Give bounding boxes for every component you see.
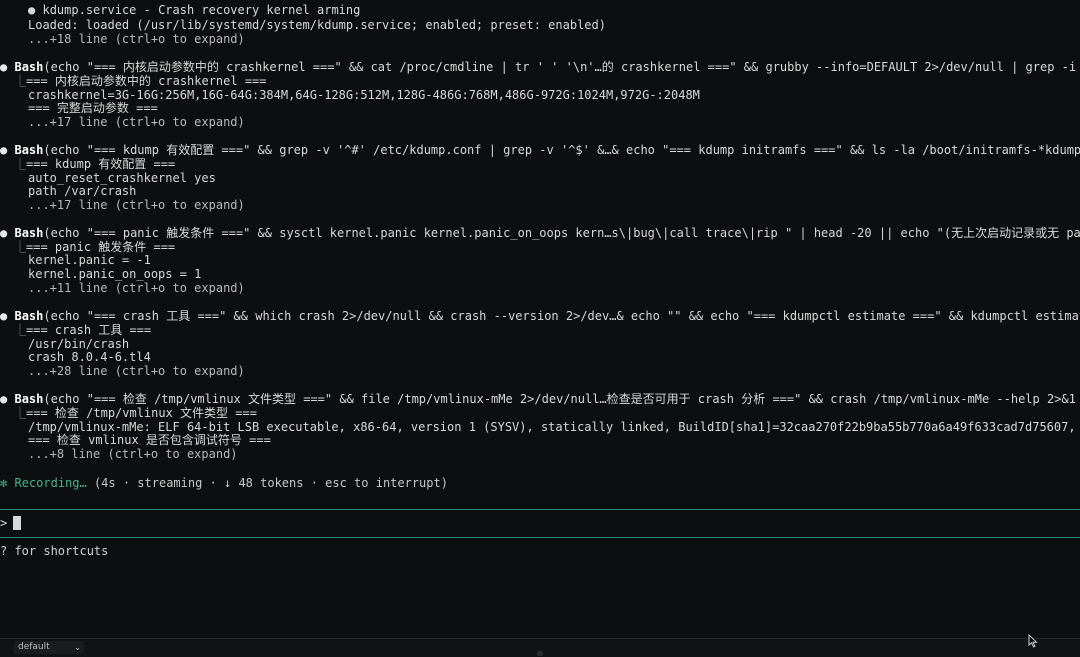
scrollbar-handle[interactable]: [537, 651, 543, 656]
prompt-symbol: >: [0, 516, 8, 530]
tree-branch-icon: ⎿: [14, 323, 27, 337]
output-line: crashkernel=3G-16G:256M,16G-64G:384M,64G…: [28, 88, 700, 102]
bash-command-line: ● Bash(echo "=== 内核启动参数中的 crashkernel ==…: [0, 60, 1080, 74]
tool-name: Bash: [14, 143, 44, 157]
status-dot-icon: ●: [0, 226, 8, 240]
input-bottom-rule: [0, 537, 1080, 538]
output-line: === 检查 vmlinux 是否包含调试符号 ===: [28, 433, 271, 447]
tool-name: Bash: [14, 60, 44, 74]
expand-hint[interactable]: ...+8 line (ctrl+o to expand): [28, 447, 1080, 461]
bash-command-line: ● Bash(echo "=== kdump 有效配置 ===" && grep…: [0, 143, 1080, 157]
output-line: kernel.panic = -1: [28, 253, 151, 267]
bash-command-line: ● Bash(echo "=== 检查 /tmp/vmlinux 文件类型 ==…: [0, 392, 1080, 406]
tree-branch-icon: ⎿: [14, 157, 27, 171]
tree-branch-icon: ⎿: [14, 406, 27, 420]
recording-meta: (4s · streaming · ↓ 48 tokens · esc to i…: [93, 476, 448, 490]
output-first-line: ⎿=== 检查 /tmp/vmlinux 文件类型 ===: [14, 406, 1080, 420]
service-loaded: Loaded: loaded (/usr/lib/systemd/system/…: [28, 18, 606, 32]
output-first-line: ⎿=== panic 触发条件 ===: [14, 240, 1080, 254]
mouse-pointer-icon: [1028, 634, 1038, 648]
expand-hint[interactable]: ...+17 line (ctrl+o to expand): [28, 115, 1080, 129]
output-first-line: ⎿=== 内核启动参数中的 crashkernel ===: [14, 74, 1080, 88]
tool-name: Bash: [14, 226, 44, 240]
output-line: === 检查 /tmp/vmlinux 文件类型 ===: [26, 406, 257, 420]
bash-command: (echo "=== kdump 有效配置 ===" && grep -v '^…: [43, 143, 1080, 157]
tool-name: Bash: [14, 309, 44, 323]
input-top-rule: [0, 509, 1080, 510]
output-line: auto_reset_crashkernel yes: [28, 171, 216, 185]
status-dot-icon: ●: [0, 60, 8, 74]
tree-branch-icon: ⎿: [14, 74, 27, 88]
expand-hint[interactable]: ...+11 line (ctrl+o to expand): [28, 281, 1080, 295]
recording-label: Recording…: [14, 476, 87, 490]
output-line: === kdump 有效配置 ===: [26, 157, 176, 171]
status-dot-icon: ●: [0, 392, 8, 406]
shortcuts-hint: ? for shortcuts: [0, 544, 109, 558]
expand-hint[interactable]: ...+18 line (ctrl+o to expand): [28, 32, 1080, 46]
service-title: kdump.service - Crash recovery kernel ar…: [42, 3, 361, 17]
bash-command: (echo "=== panic 触发条件 ===" && sysctl ker…: [43, 226, 1080, 240]
status-dot-icon: ●: [0, 143, 8, 157]
bullet-icon: ●: [28, 3, 36, 17]
expand-hint[interactable]: ...+17 line (ctrl+o to expand): [28, 198, 1080, 212]
text-cursor: [13, 516, 21, 530]
bash-command-line: ● Bash(echo "=== crash 工具 ===" && which …: [0, 309, 1080, 323]
spinner-icon: ✻: [0, 476, 8, 490]
bash-command: (echo "=== 内核启动参数中的 crashkernel ===" && …: [43, 60, 1080, 74]
bash-command-line: ● Bash(echo "=== panic 触发条件 ===" && sysc…: [0, 226, 1080, 240]
profile-select[interactable]: default ⌄: [14, 641, 84, 654]
recording-status: ✻ Recording… (4s · streaming · ↓ 48 toke…: [0, 476, 1080, 490]
output-line: /usr/bin/crash: [28, 337, 130, 351]
output-first-line: ⎿=== crash 工具 ===: [14, 323, 1080, 337]
tool-name: Bash: [14, 392, 44, 406]
service-title-line: ● kdump.service - Crash recovery kernel …: [28, 3, 1080, 17]
tree-branch-icon: ⎿: [14, 240, 27, 254]
chevron-down-icon: ⌄: [74, 643, 81, 652]
output-line: path /var/crash: [28, 184, 137, 198]
status-dot-icon: ●: [0, 309, 8, 323]
profile-label: default: [18, 642, 50, 652]
output-line: /tmp/vmlinux-mMe: ELF 64-bit LSB executa…: [28, 420, 1080, 434]
output-line: === 完整启动参数 ===: [28, 101, 158, 115]
bash-command: (echo "=== crash 工具 ===" && which crash …: [43, 309, 1080, 323]
output-first-line: ⎿=== kdump 有效配置 ===: [14, 157, 1080, 171]
prompt-input[interactable]: >: [0, 516, 1080, 530]
bash-command: (echo "=== 检查 /tmp/vmlinux 文件类型 ===" && …: [43, 392, 1080, 406]
output-line: === panic 触发条件 ===: [26, 240, 176, 254]
expand-hint[interactable]: ...+28 line (ctrl+o to expand): [28, 364, 1080, 378]
output-line: kernel.panic_on_oops = 1: [28, 267, 202, 281]
output-line: crash 8.0.4-6.tl4: [28, 350, 151, 364]
output-line: === 内核启动参数中的 crashkernel ===: [26, 74, 267, 88]
output-line: === crash 工具 ===: [26, 323, 152, 337]
terminal-output: ● kdump.service - Crash recovery kernel …: [0, 0, 1080, 500]
